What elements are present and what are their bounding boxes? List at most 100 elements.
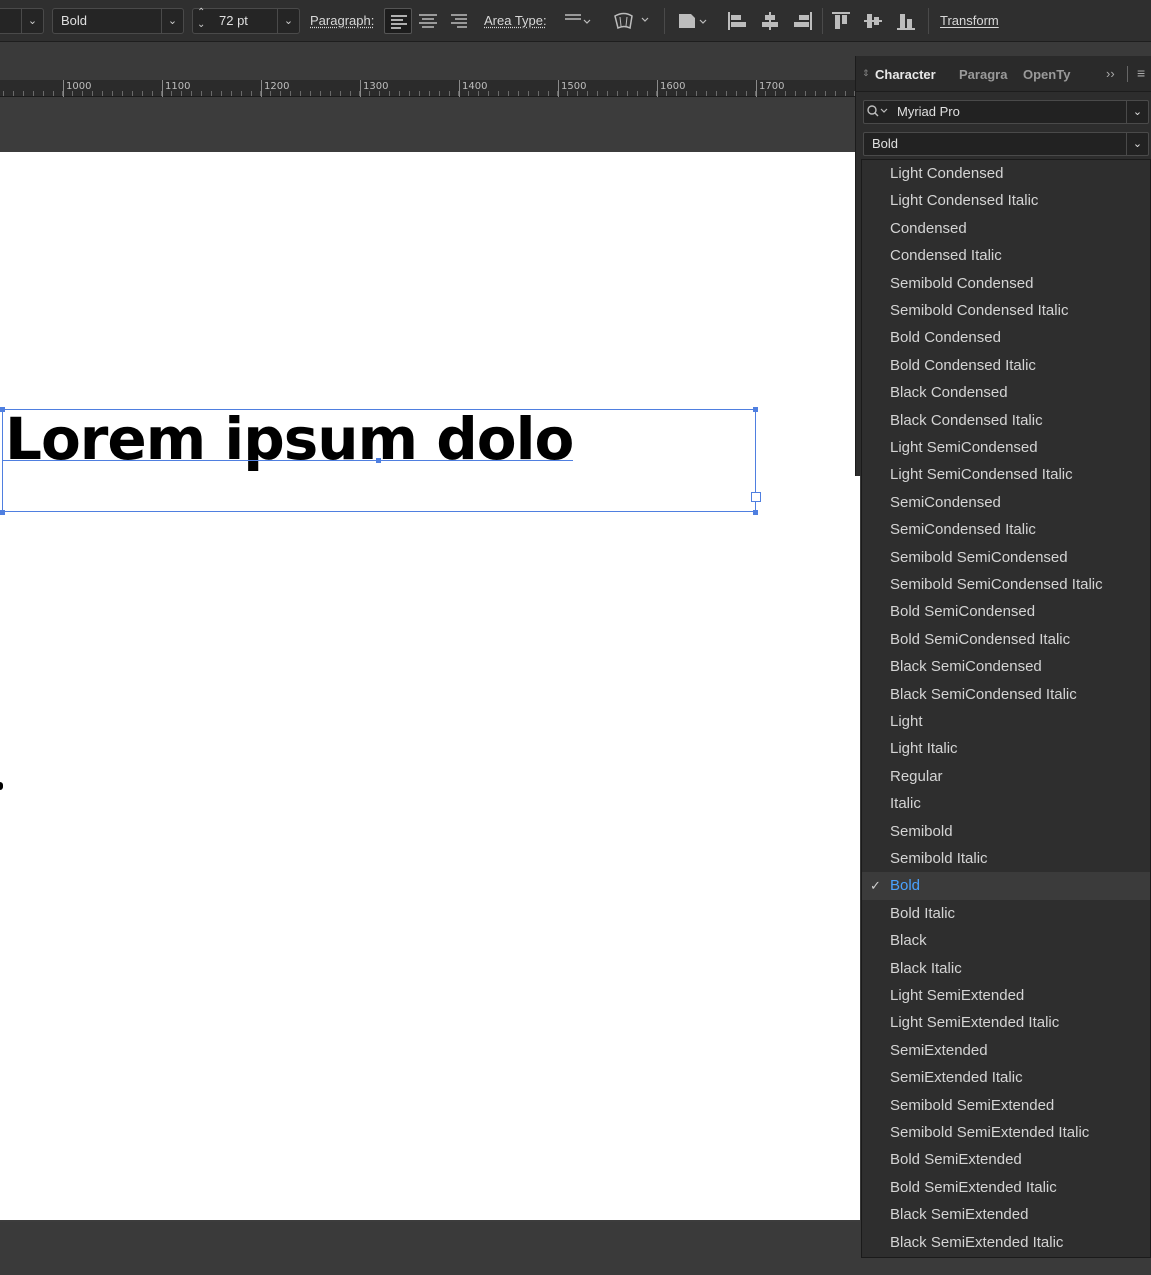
font-style-option[interactable]: Black SemiExtended <box>862 1201 1150 1228</box>
status-area <box>0 1222 860 1275</box>
ruler-minor-tick <box>795 91 796 96</box>
font-style-option[interactable]: Light SemiCondensed Italic <box>862 461 1150 488</box>
font-style-option-label: Bold SemiExtended Italic <box>890 1178 1057 1196</box>
font-style-option[interactable]: SemiExtended Italic <box>862 1064 1150 1091</box>
warp-options-button[interactable] <box>610 8 654 34</box>
font-style-option[interactable]: Semibold SemiExtended <box>862 1092 1150 1119</box>
collapse-arrows-icon[interactable]: ⇕ <box>862 68 870 79</box>
align-center-button[interactable] <box>414 8 442 34</box>
overflow-port-handle[interactable] <box>751 492 761 502</box>
artboard-options-button[interactable] <box>674 8 714 34</box>
font-style-option[interactable]: Condensed <box>862 215 1150 242</box>
font-style-option[interactable]: Semibold SemiCondensed Italic <box>862 571 1150 598</box>
align-vertical-top-button[interactable] <box>828 8 856 34</box>
font-style-option[interactable]: Bold SemiCondensed <box>862 598 1150 625</box>
font-style-option[interactable]: Black SemiCondensed <box>862 653 1150 680</box>
align-vertical-bottom-button[interactable] <box>893 8 921 34</box>
paragraph-link[interactable]: Paragraph: <box>310 13 374 28</box>
font-family-field[interactable]: Myriad Pro ⌄ <box>863 100 1149 124</box>
align-vertical-center-button[interactable] <box>860 8 888 34</box>
font-size-field[interactable]: ⌃ ⌄ 72 pt ⌄ <box>192 7 300 34</box>
font-style-option[interactable]: Black Condensed <box>862 379 1150 406</box>
font-style-option[interactable]: Black <box>862 927 1150 954</box>
font-style-field[interactable]: Bold ⌄ <box>863 132 1149 156</box>
font-style-option[interactable]: Light SemiExtended <box>862 982 1150 1009</box>
ruler-minor-tick <box>745 91 747 96</box>
tab-paragraph[interactable]: Paragra <box>959 67 1015 82</box>
center-point-handle[interactable] <box>376 458 381 463</box>
font-style-option[interactable]: Light <box>862 708 1150 735</box>
font-style-option[interactable]: Bold Condensed Italic <box>862 352 1150 379</box>
font-style-option[interactable]: Light Condensed Italic <box>862 187 1150 214</box>
font-style-option[interactable]: Semibold Italic <box>862 845 1150 872</box>
font-style-option[interactable]: Black Condensed Italic <box>862 407 1150 434</box>
tab-character[interactable]: Character <box>875 67 936 82</box>
align-right-button[interactable] <box>445 8 473 34</box>
font-style-option[interactable]: Bold SemiExtended <box>862 1146 1150 1173</box>
transform-link[interactable]: Transform <box>940 13 999 28</box>
tab-opentype[interactable]: OpenTy <box>1023 67 1077 82</box>
font-style-option[interactable]: SemiCondensed <box>862 489 1150 516</box>
font-style-option-label: Black SemiCondensed <box>890 658 1042 676</box>
font-style-option[interactable]: Italic <box>862 790 1150 817</box>
font-style-option[interactable]: Bold SemiExtended Italic <box>862 1174 1150 1201</box>
font-style-option[interactable]: Condensed Italic <box>862 242 1150 269</box>
font-style-option[interactable]: Semibold SemiExtended Italic <box>862 1119 1150 1146</box>
resize-handle-top-left[interactable] <box>0 407 5 412</box>
font-style-option[interactable]: Black SemiExtended Italic <box>862 1229 1150 1256</box>
font-style-option[interactable]: Black SemiCondensed Italic <box>862 681 1150 708</box>
separator <box>664 8 665 34</box>
font-style-option[interactable]: Semibold Condensed <box>862 270 1150 297</box>
area-type-options-button[interactable] <box>562 8 596 34</box>
font-style-dropdown[interactable]: Bold ⌄ <box>52 8 184 34</box>
font-style-option[interactable]: ✓ Bold <box>862 872 1150 900</box>
ruler-minor-tick <box>557 91 559 96</box>
align-left-button[interactable] <box>384 8 412 34</box>
resize-handle-bottom-right[interactable] <box>753 510 758 515</box>
ruler-minor-tick <box>379 91 381 96</box>
font-style-option[interactable]: Regular <box>862 763 1150 790</box>
font-style-option[interactable]: Bold SemiCondensed Italic <box>862 626 1150 653</box>
text-baseline <box>2 460 573 461</box>
align-horizontal-center-button[interactable] <box>756 8 784 34</box>
chevron-down-icon[interactable]: ⌄ <box>1126 101 1148 123</box>
font-style-option[interactable]: Bold Condensed <box>862 324 1150 351</box>
font-style-option[interactable]: Black Italic <box>862 955 1150 982</box>
chevron-down-icon[interactable]: ⌄ <box>1126 133 1148 155</box>
font-style-option-label: Condensed <box>890 219 967 237</box>
align-horizontal-left-button[interactable] <box>724 8 752 34</box>
ruler-minor-tick <box>201 91 202 96</box>
ruler-minor-tick <box>240 91 242 96</box>
font-style-option-label: Light Condensed Italic <box>890 192 1039 210</box>
font-style-option[interactable]: Light SemiExtended Italic <box>862 1009 1150 1036</box>
ruler-minor-tick <box>349 91 351 96</box>
panel-menu-icon[interactable]: ≡ <box>1137 65 1145 81</box>
double-chevron-right-icon[interactable]: ›› <box>1106 66 1115 81</box>
font-style-option[interactable]: Semibold <box>862 818 1150 845</box>
ruler-minor-tick <box>656 91 658 96</box>
font-style-option[interactable]: Light SemiCondensed <box>862 434 1150 461</box>
font-style-option-label: Semibold Italic <box>890 850 988 867</box>
font-style-option[interactable]: SemiExtended <box>862 1037 1150 1064</box>
ruler-label: 1000 <box>66 81 92 92</box>
font-style-option[interactable]: Semibold Condensed Italic <box>862 297 1150 324</box>
ruler-minor-tick <box>587 91 589 96</box>
align-horizontal-right-button[interactable] <box>788 8 816 34</box>
font-style-option[interactable]: Semibold SemiCondensed <box>862 544 1150 571</box>
ruler-minor-tick <box>399 91 400 96</box>
warp-icon <box>614 12 649 30</box>
font-family-dropdown-partial[interactable]: ⌄ <box>0 8 44 34</box>
font-style-option[interactable]: SemiCondensed Italic <box>862 516 1150 543</box>
font-style-value: Bold <box>61 13 88 28</box>
ruler-minor-tick <box>62 91 64 96</box>
area-type-link[interactable]: Area Type: <box>484 13 547 28</box>
ruler-minor-tick <box>111 91 113 96</box>
artboard[interactable] <box>0 152 860 1220</box>
checkmark-icon: ✓ <box>870 878 881 894</box>
stepper-icon[interactable]: ⌃ ⌄ <box>197 7 205 31</box>
font-style-option[interactable]: Bold Italic <box>862 900 1150 927</box>
resize-handle-bottom-left[interactable] <box>0 510 5 515</box>
font-style-option[interactable]: Light Condensed <box>862 160 1150 187</box>
font-style-option[interactable]: Light Italic <box>862 735 1150 762</box>
resize-handle-top-right[interactable] <box>753 407 758 412</box>
